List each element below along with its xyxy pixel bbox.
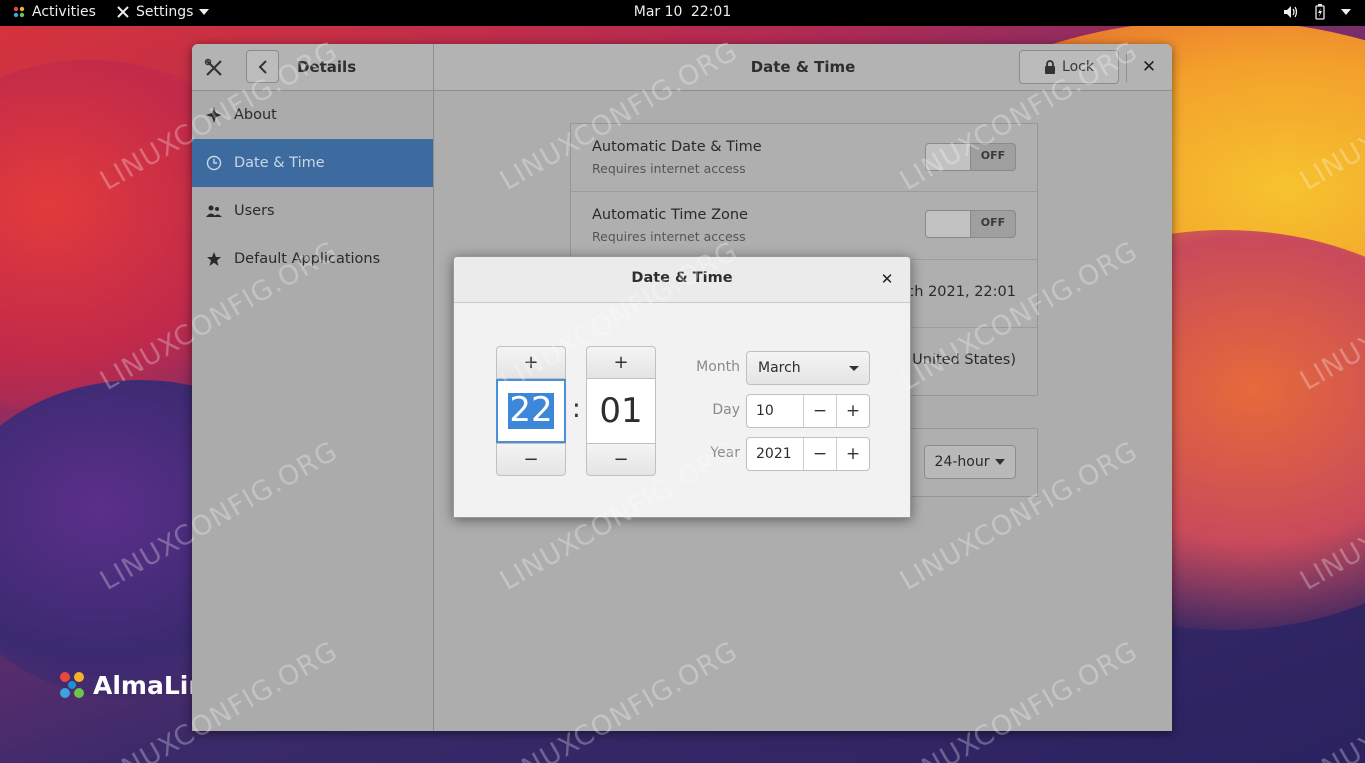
time-separator: : (572, 394, 581, 424)
automatic-date-time-subtitle: Requires internet access (592, 161, 746, 176)
clock-icon (206, 155, 222, 171)
sidebar-title: Details (297, 58, 357, 76)
automatic-time-zone-title: Automatic Time Zone (592, 207, 748, 223)
sparkle-icon (206, 107, 222, 123)
automatic-time-zone-switch[interactable]: OFF (925, 210, 1016, 238)
chevron-left-icon (258, 59, 267, 74)
minute-field[interactable]: 01 (586, 379, 656, 443)
automatic-time-zone-subtitle: Requires internet access (592, 229, 746, 244)
dialog-body: + 22 − : + 01 − Month March Day 10 − + Y… (454, 303, 910, 517)
sidebar-item-default-applications[interactable]: Default Applications (192, 235, 433, 283)
sidebar-item-label: About (234, 107, 277, 123)
time-zone-value: , United States) (902, 352, 1016, 368)
hour-spinner: + 22 − (496, 346, 566, 476)
switch-state: OFF (980, 149, 1006, 162)
time-format-value: 24-hour (934, 454, 990, 470)
sidebar-item-label: Date & Time (234, 155, 325, 171)
header-separator (1126, 52, 1127, 82)
year-increment-button[interactable]: + (836, 438, 869, 470)
sidebar-header: Details (192, 44, 434, 91)
dialog-header: Date & Time ✕ (454, 257, 910, 303)
switch-state: OFF (980, 216, 1006, 229)
plus-icon: + (845, 401, 861, 421)
top-bar: Activities Settings Mar 10 22:01 (0, 0, 1365, 26)
window-close-button[interactable]: ✕ (1138, 56, 1160, 78)
almalinux-logo: AlmaLin (55, 668, 206, 702)
hour-field[interactable]: 22 (496, 379, 566, 443)
header-bar: Details Date & Time Lock ✕ (192, 44, 1172, 91)
battery-icon (1315, 4, 1325, 20)
sidebar-item-date-time[interactable]: Date & Time (192, 139, 433, 187)
automatic-date-time-row[interactable]: Automatic Date & Time Requires internet … (571, 124, 1037, 192)
time-format-dropdown[interactable]: 24-hour (924, 445, 1016, 479)
hour-decrement-button[interactable]: − (496, 443, 566, 476)
sidebar-item-label: Default Applications (234, 251, 381, 267)
system-tray[interactable] (1283, 4, 1351, 20)
sidebar: About Date & Time Users Default Applicat… (192, 91, 434, 731)
plus-icon: + (523, 352, 539, 373)
star-icon (206, 251, 222, 267)
almalinux-logo-text: AlmaLin (93, 670, 207, 700)
plus-icon: + (845, 444, 861, 464)
almalinux-logo-icon (60, 672, 84, 698)
dialog-close-button[interactable]: ✕ (877, 269, 897, 289)
automatic-date-time-switch[interactable]: OFF (925, 143, 1016, 171)
back-button[interactable] (246, 50, 279, 83)
automatic-date-time-title: Automatic Date & Time (592, 139, 762, 155)
chevron-down-icon (1341, 9, 1351, 15)
volume-icon (1284, 6, 1298, 18)
year-decrement-button[interactable]: − (803, 438, 836, 470)
year-value: 2021 (756, 446, 792, 462)
hour-increment-button[interactable]: + (496, 346, 566, 379)
chevron-down-icon (849, 366, 859, 371)
close-icon: ✕ (1141, 57, 1157, 77)
minus-icon: − (523, 449, 539, 470)
lock-icon (1045, 60, 1056, 74)
month-value: March (758, 360, 801, 376)
close-icon: ✕ (880, 270, 894, 288)
minute-increment-button[interactable]: + (586, 346, 656, 379)
date-time-dialog: Date & Time ✕ + 22 − : + 01 − Month Marc… (453, 256, 911, 518)
day-value: 10 (756, 403, 774, 419)
chevron-down-icon (995, 459, 1006, 465)
lock-button[interactable]: Lock (1019, 50, 1119, 84)
lock-label: Lock (1062, 59, 1094, 75)
month-label: Month (696, 359, 740, 375)
plus-icon: + (613, 352, 629, 373)
day-field[interactable]: 10 − + (746, 394, 870, 428)
minute-decrement-button[interactable]: − (586, 443, 656, 476)
clock[interactable]: Mar 10 22:01 (0, 4, 1365, 20)
sidebar-item-about[interactable]: About (192, 91, 433, 139)
minus-icon: − (812, 401, 828, 421)
minute-value: 01 (599, 391, 643, 431)
month-dropdown[interactable]: March (746, 351, 870, 385)
automatic-time-zone-row[interactable]: Automatic Time Zone Requires internet ac… (571, 192, 1037, 260)
year-field[interactable]: 2021 − + (746, 437, 870, 471)
dialog-title: Date & Time (631, 270, 733, 286)
year-label: Year (710, 445, 740, 461)
minus-icon: − (812, 444, 828, 464)
clock-time: 22:01 (690, 4, 732, 20)
minus-icon: − (613, 449, 629, 470)
clock-date: Mar 10 (633, 4, 683, 20)
day-decrement-button[interactable]: − (803, 395, 836, 427)
sidebar-item-label: Users (234, 203, 275, 219)
hour-value: 22 (508, 390, 554, 431)
switch-knob (926, 211, 971, 237)
day-increment-button[interactable]: + (836, 395, 869, 427)
tools-icon[interactable] (204, 58, 224, 78)
switch-knob (926, 144, 971, 170)
users-icon (206, 203, 222, 219)
day-label: Day (712, 402, 740, 418)
sidebar-item-users[interactable]: Users (192, 187, 433, 235)
minute-spinner: + 01 − (586, 346, 656, 476)
